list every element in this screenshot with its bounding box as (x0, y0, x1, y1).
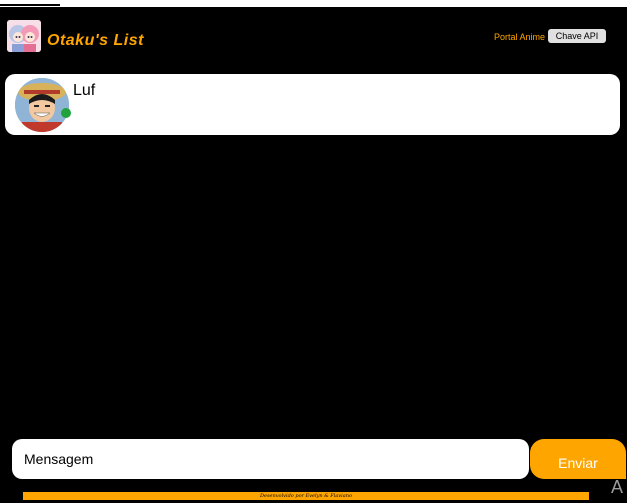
footer-credit: Desenvolvido por Evelyn & Flaviano (260, 493, 352, 499)
portal-anime-link[interactable]: Portal Anime (494, 32, 545, 42)
anime-girls-logo-icon (7, 20, 41, 52)
chat-contact-card[interactable]: Luf (5, 74, 620, 135)
app-title: Otaku's List (47, 32, 144, 49)
footer-bar: Desenvolvido por Evelyn & Flaviano (23, 492, 589, 500)
online-status-indicator (61, 108, 71, 118)
contact-name: Luf (73, 82, 96, 99)
api-key-button[interactable]: Chave API (548, 29, 606, 43)
watermark-text: A (611, 477, 624, 497)
message-input[interactable] (12, 439, 529, 479)
app-container: Otaku's List Portal Anime Chave API Luf … (0, 7, 627, 503)
contact-avatar (15, 78, 69, 132)
top-strip (0, 0, 60, 6)
send-button[interactable]: Enviar (530, 439, 626, 479)
